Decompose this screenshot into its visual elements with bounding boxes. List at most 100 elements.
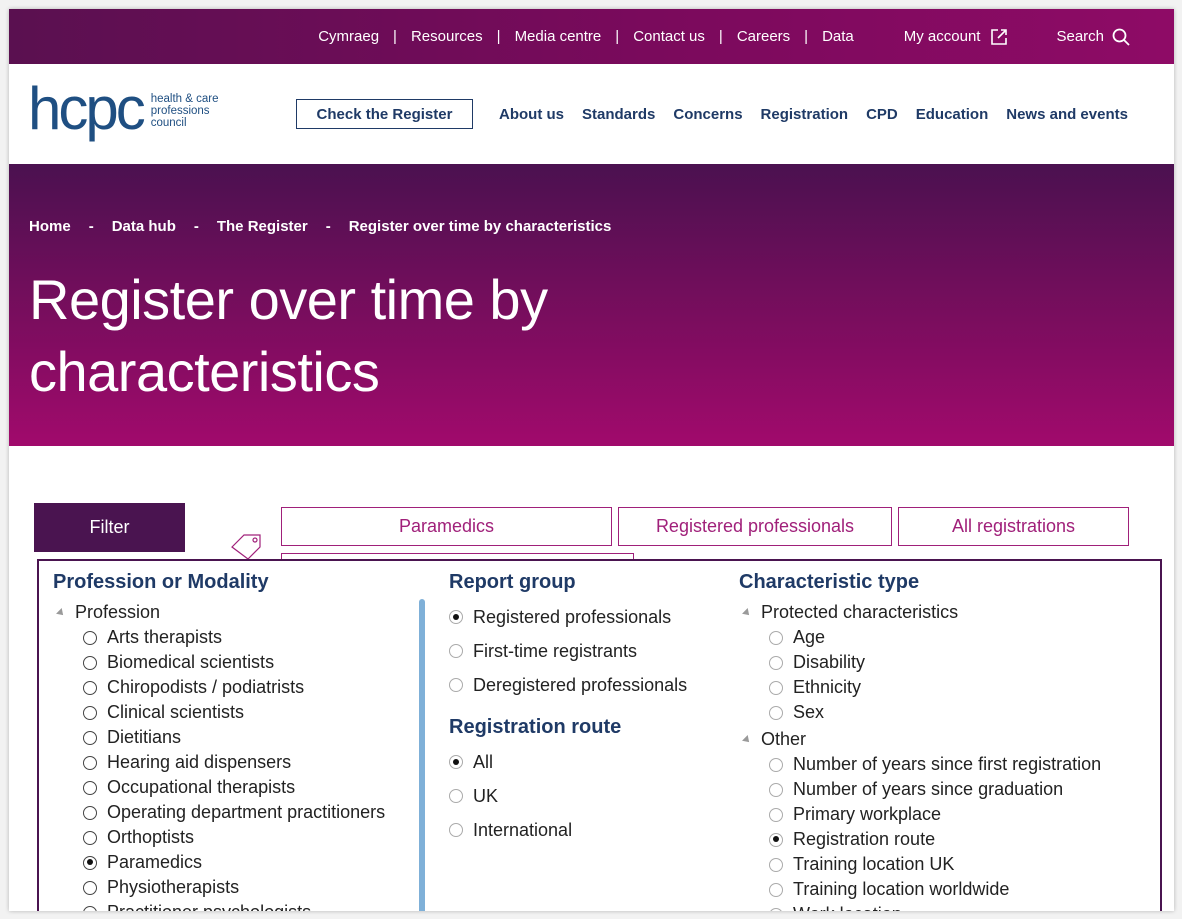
- radio-empty-icon[interactable]: [769, 882, 783, 897]
- report-filter-area: Filter Paramedics Registered professiona…: [9, 446, 1174, 911]
- radio-option[interactable]: First-time registrants: [449, 634, 729, 668]
- radio-option-label: Occupational therapists: [107, 777, 296, 797]
- radio-empty-icon[interactable]: [83, 830, 97, 845]
- expand-triangle-icon[interactable]: [56, 607, 66, 618]
- filter-chip-registration-route[interactable]: All registrations: [898, 507, 1129, 546]
- utility-link-careers[interactable]: Careers: [737, 28, 790, 45]
- radio-empty-icon[interactable]: [769, 680, 783, 695]
- radio-empty-icon[interactable]: [769, 655, 783, 670]
- radio-empty-icon[interactable]: [449, 823, 463, 837]
- radio-option[interactable]: Clinical scientists: [83, 700, 413, 725]
- radio-option[interactable]: Physiotherapists: [83, 875, 413, 900]
- radio-option-label: Arts therapists: [107, 627, 223, 647]
- filter-tab[interactable]: Filter: [34, 503, 185, 552]
- utility-link-media-centre[interactable]: Media centre: [515, 28, 602, 45]
- radio-empty-icon[interactable]: [83, 705, 97, 720]
- profession-group[interactable]: Profession: [53, 600, 413, 625]
- radio-empty-icon[interactable]: [83, 805, 97, 820]
- radio-selected-icon[interactable]: [449, 755, 463, 769]
- utility-link-cymraeg[interactable]: Cymraeg: [318, 28, 379, 45]
- radio-option-label: Sex: [793, 702, 825, 722]
- radio-option[interactable]: Biomedical scientists: [83, 650, 413, 675]
- radio-option[interactable]: Arts therapists: [83, 625, 413, 650]
- radio-option[interactable]: Work location: [769, 902, 1149, 911]
- search-button[interactable]: Search: [1056, 28, 1130, 46]
- expand-triangle-icon[interactable]: [742, 734, 752, 745]
- nav-cpd[interactable]: CPD: [866, 106, 898, 123]
- scrollbar[interactable]: [419, 599, 425, 911]
- breadcrumb-separator: -: [88, 218, 94, 235]
- radio-option[interactable]: Disability: [769, 650, 1149, 675]
- utility-separator: |: [718, 28, 723, 45]
- utility-link-resources[interactable]: Resources: [411, 28, 483, 45]
- radio-option[interactable]: UK: [449, 779, 729, 813]
- radio-selected-icon[interactable]: [83, 855, 97, 870]
- radio-selected-icon[interactable]: [449, 610, 463, 624]
- nav-about-us[interactable]: About us: [499, 106, 564, 123]
- radio-empty-icon[interactable]: [769, 857, 783, 872]
- characteristic-group-protected[interactable]: Protected characteristics: [739, 600, 1149, 625]
- nav-news-and-events[interactable]: News and events: [1006, 106, 1128, 123]
- radio-option[interactable]: Number of years since graduation: [769, 777, 1149, 802]
- check-the-register-button[interactable]: Check the Register: [296, 99, 473, 129]
- my-account-link[interactable]: My account: [904, 28, 1009, 46]
- hcpc-logo[interactable]: hcpc health & care professions council: [28, 79, 296, 139]
- filter-chip-report-group[interactable]: Registered professionals: [618, 507, 892, 546]
- breadcrumb-home[interactable]: Home: [29, 218, 71, 235]
- utility-link-data[interactable]: Data: [822, 28, 854, 45]
- radio-empty-icon[interactable]: [83, 680, 97, 695]
- radio-option[interactable]: Dietitians: [83, 725, 413, 750]
- radio-option[interactable]: Registration route: [769, 827, 1149, 852]
- radio-empty-icon[interactable]: [769, 807, 783, 822]
- radio-empty-icon[interactable]: [83, 880, 97, 895]
- nav-education[interactable]: Education: [916, 106, 989, 123]
- radio-option[interactable]: International: [449, 813, 729, 847]
- radio-empty-icon[interactable]: [83, 905, 97, 911]
- radio-empty-icon[interactable]: [83, 780, 97, 795]
- radio-option[interactable]: Sex: [769, 700, 1149, 725]
- radio-selected-icon[interactable]: [769, 832, 783, 847]
- logo-line: health & care: [150, 93, 219, 105]
- radio-empty-icon[interactable]: [83, 655, 97, 670]
- radio-option[interactable]: All: [449, 745, 729, 779]
- radio-empty-icon[interactable]: [83, 630, 97, 645]
- radio-empty-icon[interactable]: [449, 789, 463, 803]
- filter-chip-profession[interactable]: Paramedics: [281, 507, 612, 546]
- radio-option[interactable]: Primary workplace: [769, 802, 1149, 827]
- breadcrumb-the-register[interactable]: The Register: [217, 218, 308, 235]
- radio-empty-icon[interactable]: [449, 678, 463, 692]
- other-characteristic-options: Number of years since first registration…: [739, 752, 1149, 911]
- nav-registration[interactable]: Registration: [761, 106, 849, 123]
- radio-option[interactable]: Occupational therapists: [83, 775, 413, 800]
- radio-option[interactable]: Age: [769, 625, 1149, 650]
- nav-standards[interactable]: Standards: [582, 106, 655, 123]
- radio-empty-icon[interactable]: [83, 730, 97, 745]
- radio-option[interactable]: Paramedics: [83, 850, 413, 875]
- main-nav: About us Standards Concerns Registration…: [499, 106, 1128, 123]
- radio-option[interactable]: Orthoptists: [83, 825, 413, 850]
- breadcrumb-data-hub[interactable]: Data hub: [112, 218, 176, 235]
- nav-concerns[interactable]: Concerns: [673, 106, 742, 123]
- radio-option[interactable]: Chiropodists / podiatrists: [83, 675, 413, 700]
- radio-empty-icon[interactable]: [769, 705, 783, 720]
- radio-option[interactable]: Operating department practitioners: [83, 800, 413, 825]
- radio-empty-icon[interactable]: [769, 907, 783, 911]
- radio-option[interactable]: Registered professionals: [449, 600, 729, 634]
- characteristic-group-other[interactable]: Other: [739, 727, 1149, 752]
- expand-triangle-icon[interactable]: [742, 607, 752, 618]
- radio-empty-icon[interactable]: [449, 644, 463, 658]
- utility-link-contact-us[interactable]: Contact us: [633, 28, 705, 45]
- radio-option[interactable]: Training location worldwide: [769, 877, 1149, 902]
- radio-option[interactable]: Ethnicity: [769, 675, 1149, 700]
- radio-option-label: Disability: [793, 652, 866, 672]
- radio-empty-icon[interactable]: [769, 782, 783, 797]
- radio-empty-icon[interactable]: [83, 755, 97, 770]
- radio-option[interactable]: Deregistered professionals: [449, 668, 729, 702]
- radio-option[interactable]: Hearing aid dispensers: [83, 750, 413, 775]
- radio-empty-icon[interactable]: [769, 757, 783, 772]
- radio-option[interactable]: Training location UK: [769, 852, 1149, 877]
- radio-option[interactable]: Practitioner psychologists: [83, 900, 413, 911]
- radio-option[interactable]: Number of years since first registration: [769, 752, 1149, 777]
- radio-empty-icon[interactable]: [769, 630, 783, 645]
- characteristic-column: Characteristic type Protected characteri…: [739, 571, 1149, 911]
